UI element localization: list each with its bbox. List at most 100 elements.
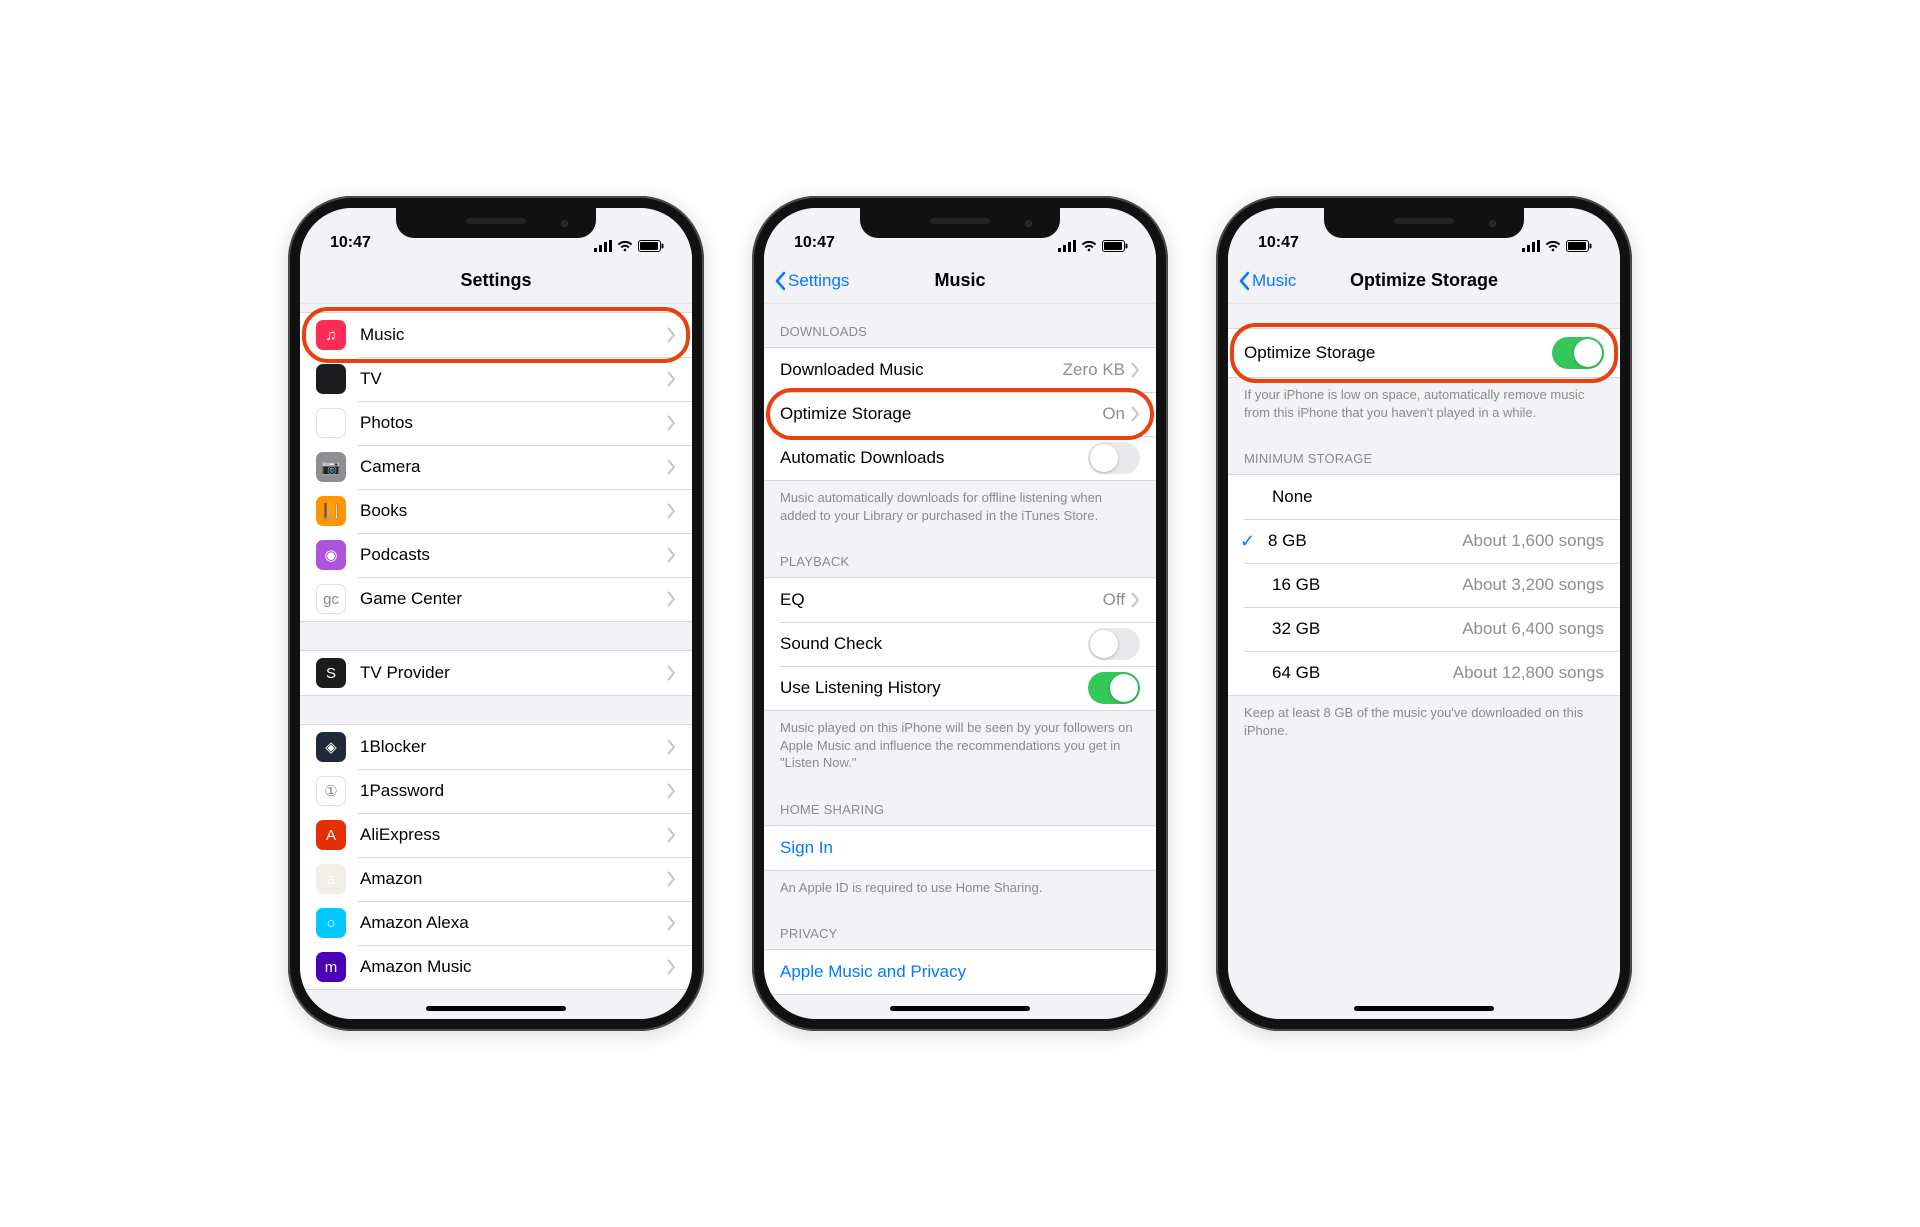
- amazon-icon: a: [316, 864, 346, 894]
- status-time: 10:47: [1258, 234, 1299, 252]
- section-footer: An Apple ID is required to use Home Shar…: [764, 871, 1156, 907]
- optimize-storage-list[interactable]: Optimize StorageIf your iPhone is low on…: [1228, 304, 1620, 1019]
- battery-icon: [638, 240, 664, 252]
- settings-row-podcasts[interactable]: ◉Podcasts: [300, 533, 692, 577]
- row-eq[interactable]: EQOff: [764, 578, 1156, 622]
- row-auto[interactable]: Automatic Downloads: [764, 436, 1156, 480]
- settings-row-amazon[interactable]: aAmazon: [300, 857, 692, 901]
- toggle-optimize-storage[interactable]: [1552, 337, 1604, 369]
- settings-row-photos[interactable]: Photos: [300, 401, 692, 445]
- photos-icon: [316, 408, 346, 438]
- battery-icon: [1102, 240, 1128, 252]
- storage-option-2[interactable]: 16 GBAbout 3,200 songs: [1228, 563, 1620, 607]
- wifi-icon: [1545, 240, 1561, 252]
- chevron-left-icon: [1238, 271, 1250, 291]
- gamecenter-icon: gc: [316, 584, 346, 614]
- toggle-soundcheck[interactable]: [1088, 628, 1140, 660]
- row-soundcheck[interactable]: Sound Check: [764, 622, 1156, 666]
- settings-row-label: Music: [360, 325, 667, 345]
- chevron-right-icon: [667, 959, 676, 975]
- settings-row-amazon-alexa[interactable]: ○ Amazon Alexa: [300, 901, 692, 945]
- row-label: Use Listening History: [780, 678, 1088, 698]
- wifi-icon: [1081, 240, 1097, 252]
- option-detail: About 12,800 songs: [1453, 663, 1604, 683]
- settings-row-aliexpress[interactable]: AAliExpress: [300, 813, 692, 857]
- row-value: Off: [1103, 590, 1125, 610]
- status-time: 10:47: [794, 234, 835, 252]
- section-header: HOME SHARING: [764, 782, 1156, 825]
- storage-option-1[interactable]: ✓8 GBAbout 1,600 songs: [1228, 519, 1620, 563]
- storage-option-3[interactable]: 32 GBAbout 6,400 songs: [1228, 607, 1620, 651]
- option-label: 64 GB: [1272, 663, 1453, 683]
- books-icon: 📙: [316, 496, 346, 526]
- row-history[interactable]: Use Listening History: [764, 666, 1156, 710]
- toggle-footer: If your iPhone is low on space, automati…: [1228, 378, 1620, 431]
- phone-settings: 10:47 Settings ♫MusicTVPhotos📷Camera📙Boo…: [288, 196, 704, 1031]
- chevron-right-icon: [667, 327, 676, 343]
- settings-row-books[interactable]: 📙 Books: [300, 489, 692, 533]
- settings-row-1blocker[interactable]: ◈1Blocker: [300, 725, 692, 769]
- settings-row-camera[interactable]: 📷 Camera: [300, 445, 692, 489]
- chevron-left-icon: [774, 271, 786, 291]
- chevron-right-icon: [667, 827, 676, 843]
- row-link-label: Sign In: [780, 838, 1140, 858]
- tvprovider-icon: S: [316, 658, 346, 688]
- home-indicator[interactable]: [426, 1006, 566, 1011]
- back-button[interactable]: Music: [1238, 271, 1296, 291]
- settings-row-label: AliExpress: [360, 825, 667, 845]
- settings-row-gamecenter[interactable]: gcGame Center: [300, 577, 692, 621]
- toggle-history[interactable]: [1088, 672, 1140, 704]
- status-indicators: [1058, 240, 1128, 252]
- settings-row-label: Books: [360, 501, 667, 521]
- row-optimize-toggle[interactable]: Optimize Storage: [1228, 329, 1620, 377]
- back-label: Music: [1252, 271, 1296, 291]
- settings-row-tvprovider[interactable]: STV Provider: [300, 651, 692, 695]
- chevron-right-icon: [1131, 592, 1140, 608]
- section-footer: Music played on this iPhone will be seen…: [764, 711, 1156, 782]
- storage-option-0[interactable]: None: [1228, 475, 1620, 519]
- music-settings-list[interactable]: DOWNLOADSDownloaded MusicZero KBOptimize…: [764, 304, 1156, 1019]
- row-privacy[interactable]: Apple Music and Privacy: [764, 950, 1156, 994]
- toggle-auto[interactable]: [1088, 442, 1140, 474]
- section-header: MINIMUM STORAGE: [1228, 431, 1620, 474]
- chevron-right-icon: [667, 415, 676, 431]
- settings-row-label: Camera: [360, 457, 667, 477]
- settings-row-label: Amazon Alexa: [360, 913, 667, 933]
- amazon-alexa-icon: ○: [316, 908, 346, 938]
- notch: [1324, 208, 1524, 238]
- storage-option-4[interactable]: 64 GBAbout 12,800 songs: [1228, 651, 1620, 695]
- chevron-right-icon: [667, 591, 676, 607]
- settings-row-1password[interactable]: ①1Password: [300, 769, 692, 813]
- notch: [860, 208, 1060, 238]
- row-signin[interactable]: Sign In: [764, 826, 1156, 870]
- option-label: 32 GB: [1272, 619, 1462, 639]
- navbar: Settings Music: [764, 258, 1156, 304]
- row-downloaded[interactable]: Downloaded MusicZero KB: [764, 348, 1156, 392]
- status-indicators: [594, 240, 664, 252]
- section-header: DOWNLOADS: [764, 304, 1156, 347]
- signal-icon: [1058, 240, 1076, 252]
- podcasts-icon: ◉: [316, 540, 346, 570]
- camera-icon: 📷: [316, 452, 346, 482]
- settings-row-amazon-music[interactable]: mAmazon Music: [300, 945, 692, 989]
- 1password-icon: ①: [316, 776, 346, 806]
- home-indicator[interactable]: [890, 1006, 1030, 1011]
- phone-optimize-storage: 10:47 Music Optimize Storage Optimize St…: [1216, 196, 1632, 1031]
- chevron-right-icon: [667, 871, 676, 887]
- page-title: Optimize Storage: [1350, 270, 1498, 291]
- chevron-right-icon: [667, 915, 676, 931]
- settings-row-music[interactable]: ♫Music: [300, 313, 692, 357]
- signal-icon: [1522, 240, 1540, 252]
- home-indicator[interactable]: [1354, 1006, 1494, 1011]
- chevron-right-icon: [667, 371, 676, 387]
- option-detail: About 3,200 songs: [1462, 575, 1604, 595]
- amazon-music-icon: m: [316, 952, 346, 982]
- settings-list[interactable]: ♫MusicTVPhotos 📷 Camera 📙 Books ◉PodcastsgcGa…: [300, 304, 692, 1019]
- row-optimize[interactable]: Optimize StorageOn: [764, 392, 1156, 436]
- row-label: Sound Check: [780, 634, 1088, 654]
- row-label: Downloaded Music: [780, 360, 1063, 380]
- wifi-icon: [617, 240, 633, 252]
- back-button[interactable]: Settings: [774, 271, 849, 291]
- settings-row-tv[interactable]: TV: [300, 357, 692, 401]
- 1blocker-icon: ◈: [316, 732, 346, 762]
